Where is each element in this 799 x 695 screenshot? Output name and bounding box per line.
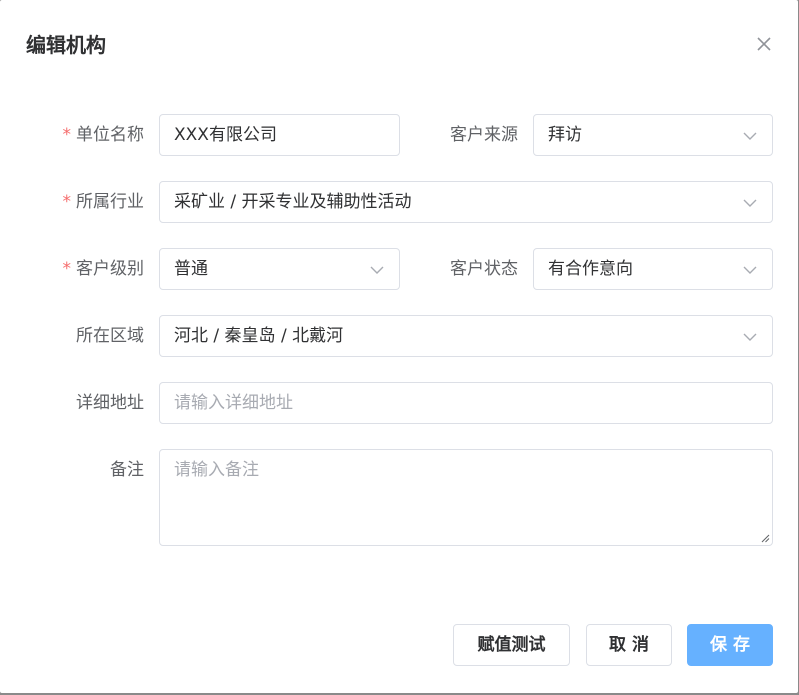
customer-level-select[interactable]: 普通 <box>159 248 400 290</box>
chevron-down-icon <box>743 199 757 207</box>
close-icon[interactable] <box>754 34 774 54</box>
address-placeholder: 请输入详细地址 <box>174 393 293 413</box>
customer-level-value: 普通 <box>174 259 208 279</box>
unit-name-label: * 单位名称 <box>40 114 145 156</box>
remark-placeholder: 请输入备注 <box>174 460 259 480</box>
dialog-title: 编辑机构 <box>26 33 106 57</box>
industry-label-text: 所属行业 <box>76 192 144 212</box>
customer-status-select[interactable]: 有合作意向 <box>533 248 773 290</box>
customer-status-value: 有合作意向 <box>548 259 633 279</box>
required-mark: * <box>62 125 72 145</box>
address-input[interactable]: 请输入详细地址 <box>159 382 773 424</box>
chevron-down-icon <box>743 266 757 274</box>
chevron-down-icon <box>743 132 757 140</box>
chevron-down-icon <box>743 333 757 341</box>
customer-source-select[interactable]: 拜访 <box>533 114 773 156</box>
unit-name-value: XXX有限公司 <box>174 125 277 145</box>
chevron-down-icon <box>370 266 384 274</box>
unit-name-label-text: 单位名称 <box>76 125 144 145</box>
customer-level-label: * 客户级别 <box>40 248 145 290</box>
address-label: 详细地址 <box>76 393 144 413</box>
region-cascader[interactable]: 河北 / 秦皇岛 / 北戴河 <box>159 315 773 357</box>
remark-label: 备注 <box>110 460 144 480</box>
customer-status-label: 客户状态 <box>450 259 518 279</box>
unit-name-input[interactable]: XXX有限公司 <box>159 114 400 156</box>
customer-source-value: 拜访 <box>548 125 582 145</box>
required-mark: * <box>62 192 72 212</box>
industry-label: * 所属行业 <box>40 181 145 223</box>
industry-value: 采矿业 / 开采专业及辅助性活动 <box>174 192 412 212</box>
remark-textarea[interactable]: 请输入备注 <box>159 449 773 546</box>
region-label: 所在区域 <box>76 326 144 346</box>
customer-source-label: 客户来源 <box>450 125 518 145</box>
cancel-button[interactable]: 取消 <box>586 624 672 666</box>
customer-level-label-text: 客户级别 <box>76 259 144 279</box>
save-button[interactable]: 保存 <box>687 624 773 666</box>
edit-organization-dialog: 编辑机构 * 单位名称 XXX有限公司 客户来源 拜访 * 所属行业 采矿业 / 开… <box>0 0 798 693</box>
assign-test-button[interactable]: 赋值测试 <box>453 624 570 666</box>
resize-handle-icon[interactable] <box>760 533 770 543</box>
required-mark: * <box>62 259 72 279</box>
industry-cascader[interactable]: 采矿业 / 开采专业及辅助性活动 <box>159 181 773 223</box>
region-value: 河北 / 秦皇岛 / 北戴河 <box>174 326 344 346</box>
